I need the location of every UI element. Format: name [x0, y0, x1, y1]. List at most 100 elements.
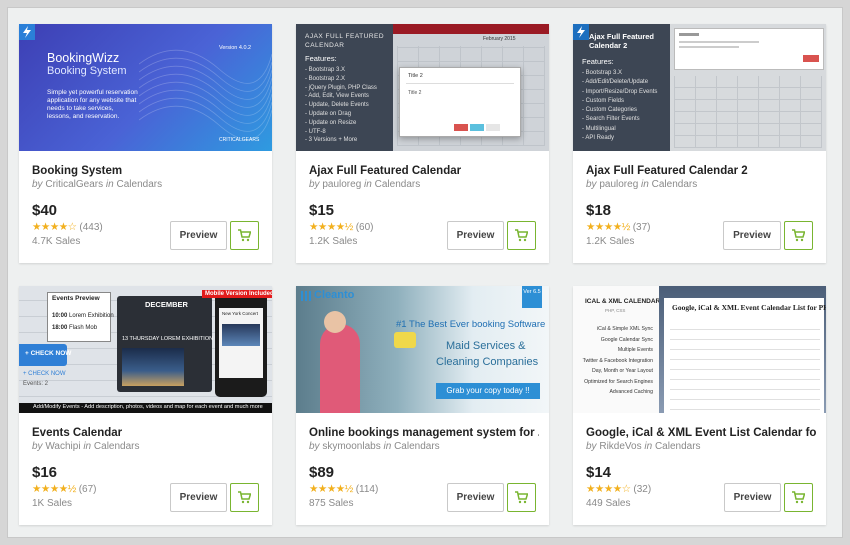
author-link[interactable]: pauloreg [322, 179, 361, 190]
product-sales: 4.7K Sales [32, 236, 81, 247]
preview-button[interactable]: Preview [447, 221, 504, 250]
product-thumbnail[interactable]: Cleanto Ver 6.5 #1 The Best Ever booking… [296, 286, 549, 413]
product-thumbnail[interactable]: Ajax Full Featured Calendar 2 Features: … [573, 24, 826, 151]
add-to-cart-button[interactable] [230, 483, 259, 512]
product-thumbnail[interactable]: ICAL & XML CALENDAR PHP, CSS iCal & Simp… [573, 286, 826, 413]
product-price: $16 [32, 464, 58, 481]
author-link[interactable]: skymoonlabs [322, 441, 380, 452]
feature-item: Twitter & Facebook Integration [582, 357, 653, 364]
product-rating: ★★★★☆ (443) [32, 221, 103, 233]
calendar-grid [674, 76, 822, 148]
product-title[interactable]: Ajax Full Featured Calendar 2 [586, 165, 816, 177]
bolt-icon [19, 24, 35, 40]
modal-body-text: Title 2 [408, 90, 422, 96]
product-byline: by CriticalGears in Calendars [32, 179, 163, 190]
event-list-rows [670, 320, 820, 410]
product-rating: ★★★★½ (114) [309, 483, 378, 495]
events-preview-label: Events Preview [52, 295, 100, 302]
modal-delete-button [454, 124, 468, 131]
category-link[interactable]: Calendars [117, 179, 163, 190]
feature-item: iCal & Simple XML Sync [596, 326, 653, 332]
cart-icon [792, 229, 805, 242]
thumb-subtitle: Booking System [47, 65, 127, 77]
add-to-cart-button[interactable] [507, 221, 536, 250]
author-link[interactable]: RikdeVos [599, 441, 641, 452]
product-card[interactable]: Cleanto Ver 6.5 #1 The Best Ever booking… [296, 286, 549, 525]
product-price: $18 [586, 202, 612, 219]
category-link[interactable]: Calendars [394, 441, 440, 452]
author-link[interactable]: CriticalGears [45, 179, 103, 190]
add-to-cart-button[interactable] [230, 221, 259, 250]
add-to-cart-button[interactable] [784, 221, 813, 250]
page-title: Google, iCal & XML Event Calendar List f… [672, 303, 826, 312]
feature-item: Optimized for Search Engines [584, 378, 653, 385]
feature-item: Day, Month or Year Layout [591, 368, 653, 374]
product-byline: by Wachipi in Calendars [32, 441, 140, 452]
feature-item: Google Calendar Sync [600, 336, 653, 343]
feature-item: - Bootstrap 3.X [582, 70, 623, 76]
product-title[interactable]: Events Calendar [32, 427, 262, 439]
preview-button[interactable]: Preview [724, 483, 781, 512]
event-modal: Title 2 Title 2 [399, 67, 521, 137]
product-title[interactable]: Google, iCal & XML Event List Calendar f… [586, 427, 816, 439]
mobile-mockup: New York Concert [215, 292, 267, 397]
feature-item: - Update on Resize [305, 119, 357, 126]
thumb-heading: Ajax Full Featured Calendar 2 [589, 32, 655, 50]
mockup-day-line: 13 THURSDAY LOREM EXHIBITION [122, 336, 214, 342]
preview-button[interactable]: Preview [170, 483, 227, 512]
thumb-logo: CRITICALGEARS [219, 137, 260, 143]
product-card[interactable]: + CHECK NOW + CHECK NOW Events: 2 Events… [19, 286, 272, 525]
cart-icon [515, 229, 528, 242]
modal-edit-button [470, 124, 484, 131]
feature-item: - Search Filter Events [582, 116, 640, 123]
category-link[interactable]: Calendars [652, 179, 698, 190]
author-link[interactable]: Wachipi [45, 441, 80, 452]
product-card[interactable]: Ajax Full Featured Calendar 2 Features: … [573, 24, 826, 263]
feature-item: - UTF-8 [305, 128, 326, 135]
thumb-feature-list: iCal & Simple XML Sync Google Calendar S… [583, 324, 653, 398]
preview-button[interactable]: Preview [723, 221, 781, 250]
feature-item: - Add, Edit, View Events [305, 93, 369, 100]
version-badge: Ver 6.5 [522, 286, 542, 308]
product-title[interactable]: Ajax Full Featured Calendar [309, 165, 539, 177]
product-card[interactable]: AJAX FULL FEATURED CALENDAR Features: - … [296, 24, 549, 263]
cart-icon [792, 491, 805, 504]
wave-lines-decoration [139, 49, 272, 140]
category-link[interactable]: Calendars [94, 441, 140, 452]
feature-item: Advanced Caching [609, 389, 653, 395]
product-card[interactable]: ICAL & XML CALENDAR PHP, CSS iCal & Simp… [573, 286, 826, 525]
calendar-toolbar [393, 24, 549, 34]
category-link[interactable]: Calendars [655, 441, 701, 452]
thumb-line-1: Maid Services & [446, 340, 526, 352]
thumb-sub: PHP, CSS [605, 308, 626, 313]
event-modal [674, 28, 824, 70]
mobile-city: New York Concert [222, 311, 259, 316]
product-grid: BookingWizz Booking System Version 4.0.2… [8, 8, 842, 537]
events-preview-popup: Events Preview 10:00 Lorem Exhibition 18… [47, 292, 114, 342]
bolt-icon [573, 24, 589, 40]
product-title[interactable]: Online bookings management system for ..… [309, 427, 539, 439]
product-sales: 1K Sales [32, 498, 73, 509]
thumb-heading: ICAL & XML CALENDAR [585, 298, 661, 305]
feature-item: - Custom Fields [582, 97, 625, 104]
product-card[interactable]: BookingWizz Booking System Version 4.0.2… [19, 24, 272, 263]
mobile-photo [222, 324, 260, 346]
rating-count: (32) [633, 484, 652, 495]
feature-banner: Add/Modify Events - Add description, pho… [19, 403, 272, 413]
preview-button[interactable]: Preview [447, 483, 504, 512]
product-rating: ★★★★½ (67) [32, 483, 97, 495]
add-to-cart-button[interactable] [507, 483, 536, 512]
thumb-features-label: Features: [305, 54, 337, 63]
calendar-month: February 2015 [483, 36, 516, 42]
add-to-cart-button[interactable] [784, 483, 813, 512]
product-byline: by pauloreg in Calendars [309, 179, 421, 190]
product-title[interactable]: Booking System [32, 165, 262, 177]
product-sales: 875 Sales [309, 498, 354, 509]
product-thumbnail[interactable]: AJAX FULL FEATURED CALENDAR Features: - … [296, 24, 549, 151]
rating-count: (443) [79, 222, 103, 233]
preview-button[interactable]: Preview [170, 221, 227, 250]
author-link[interactable]: pauloreg [599, 179, 638, 190]
category-link[interactable]: Calendars [375, 179, 421, 190]
product-thumbnail[interactable]: + CHECK NOW + CHECK NOW Events: 2 Events… [19, 286, 272, 413]
product-thumbnail[interactable]: BookingWizz Booking System Version 4.0.2… [19, 24, 272, 151]
